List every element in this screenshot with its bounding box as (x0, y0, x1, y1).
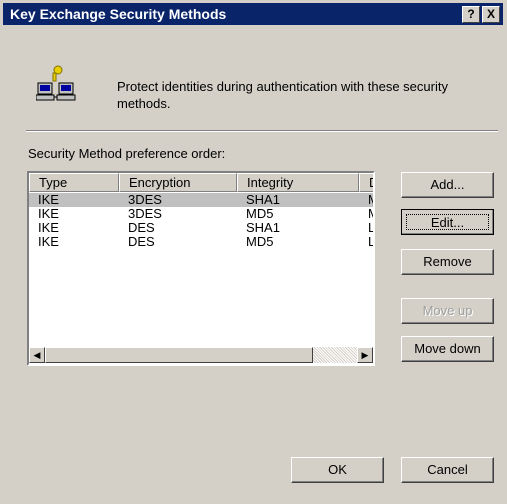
cell-integrity: SHA1 (246, 221, 280, 235)
column-header-encryption[interactable]: Encryption (119, 173, 237, 192)
table-row[interactable]: IKE 3DES SHA1 M (29, 193, 373, 207)
cell-d: L (368, 235, 373, 249)
table-row[interactable]: IKE 3DES MD5 M (29, 207, 373, 221)
window-title: Key Exchange Security Methods (10, 6, 227, 22)
move-down-button[interactable]: Move down (401, 336, 494, 362)
close-button[interactable]: X (482, 6, 500, 23)
list-header: Type Encryption Integrity D (29, 173, 373, 192)
security-methods-list[interactable]: Type Encryption Integrity D IKE 3DES SHA… (27, 171, 375, 366)
network-computers-key-icon (36, 65, 76, 101)
title-bar[interactable]: Key Exchange Security Methods ? X (3, 3, 503, 25)
ok-button[interactable]: OK (291, 457, 384, 483)
cell-integrity: MD5 (246, 207, 274, 221)
edit-button[interactable]: Edit... (401, 209, 494, 235)
remove-button[interactable]: Remove (401, 249, 494, 275)
help-button[interactable]: ? (462, 6, 480, 23)
cell-d: L (368, 221, 373, 235)
scroll-right-icon[interactable]: ▶ (357, 347, 373, 363)
scroll-thumb[interactable] (45, 347, 313, 363)
cell-encryption: 3DES (128, 207, 162, 221)
separator (26, 130, 498, 132)
cell-type: IKE (38, 235, 59, 249)
cell-encryption: 3DES (128, 193, 162, 207)
column-header-d[interactable]: D (359, 173, 373, 192)
scroll-left-icon[interactable]: ◀ (29, 347, 45, 363)
cell-integrity: MD5 (246, 235, 274, 249)
cell-type: IKE (38, 193, 59, 207)
edit-label: Edit... (406, 214, 489, 230)
column-header-type[interactable]: Type (29, 173, 119, 192)
cell-d: M (368, 207, 373, 221)
horizontal-scrollbar[interactable]: ◀ ▶ (29, 347, 373, 364)
cell-type: IKE (38, 207, 59, 221)
move-up-button[interactable]: Move up (401, 298, 494, 324)
cell-type: IKE (38, 221, 59, 235)
key-exchange-dialog: Key Exchange Security Methods ? X Protec… (0, 0, 507, 504)
table-row[interactable]: IKE DES SHA1 L (29, 221, 373, 235)
description-text: Protect identities during authentication… (117, 79, 448, 111)
cell-d: M (368, 193, 373, 207)
cell-encryption: DES (128, 235, 155, 249)
add-button[interactable]: Add... (401, 172, 494, 198)
cell-integrity: SHA1 (246, 193, 280, 207)
table-row[interactable]: IKE DES MD5 L (29, 235, 373, 249)
column-header-integrity[interactable]: Integrity (237, 173, 359, 192)
cancel-button[interactable]: Cancel (401, 457, 494, 483)
cell-encryption: DES (128, 221, 155, 235)
list-label: Security Method preference order: (28, 146, 226, 161)
